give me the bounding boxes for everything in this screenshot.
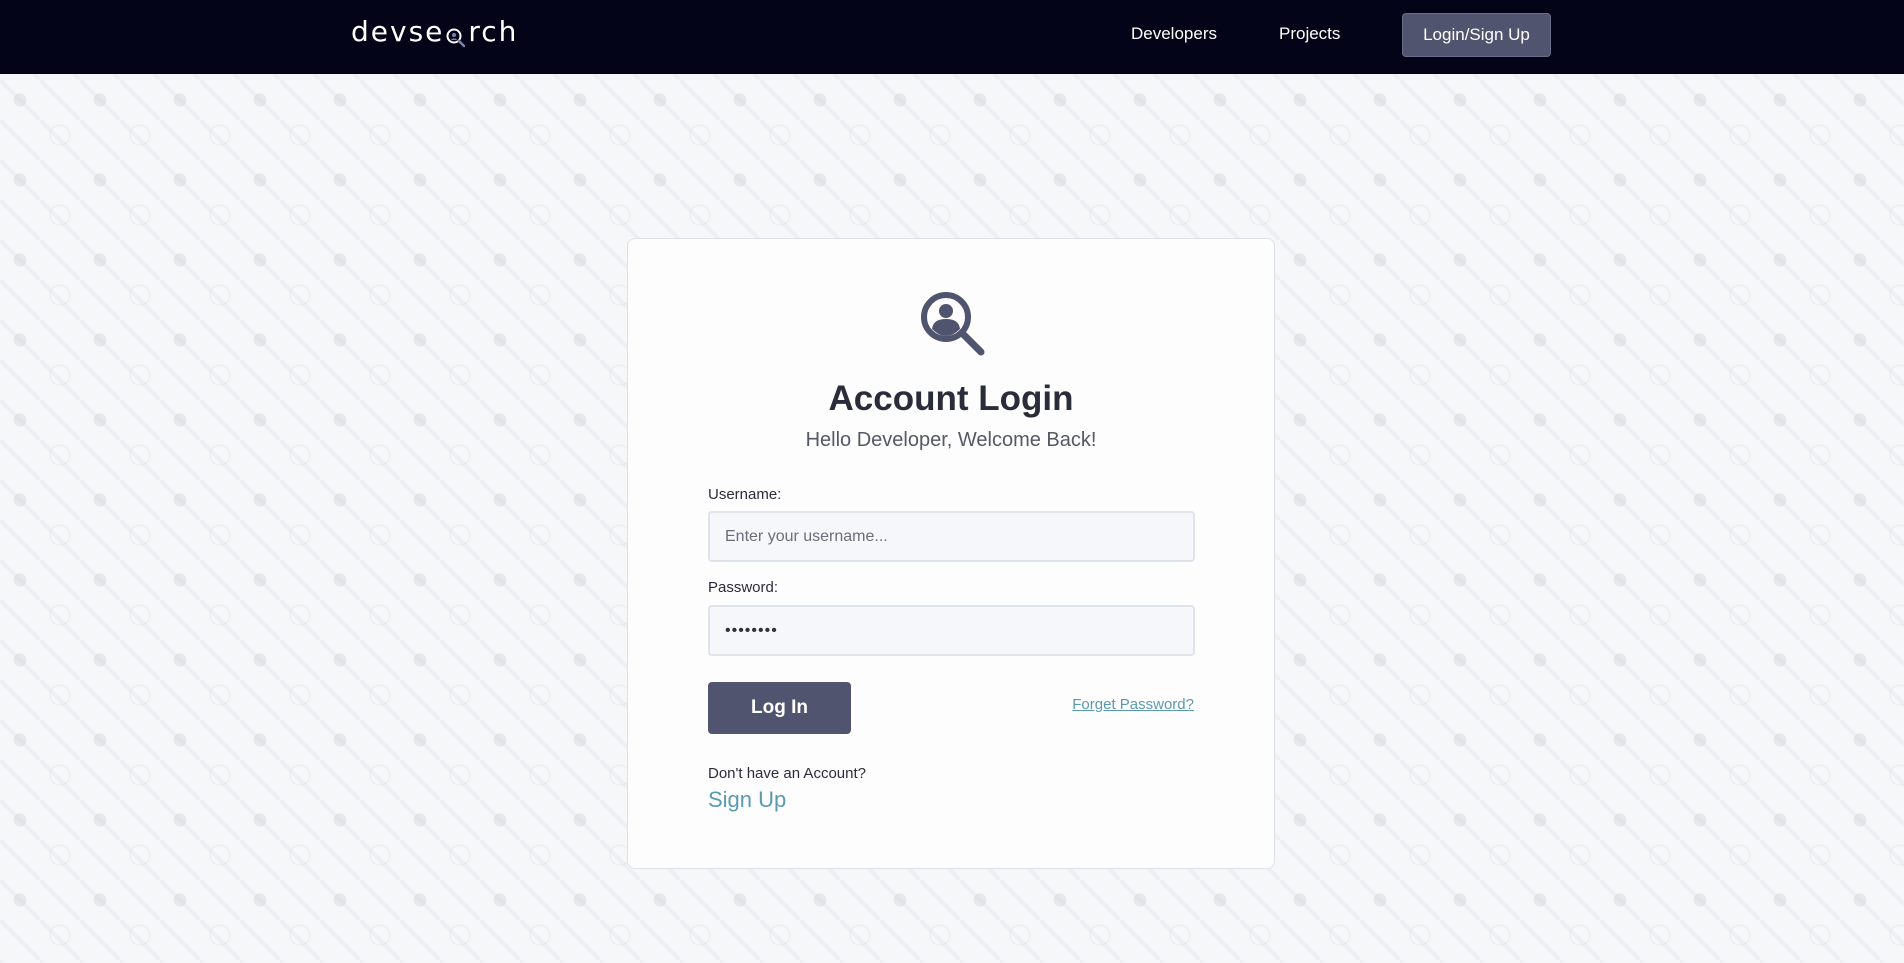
page-title: Account Login xyxy=(828,379,1074,418)
logo-text-suffix: rch xyxy=(468,14,519,48)
password-label: Password: xyxy=(708,579,779,596)
no-account-text: Don't have an Account? xyxy=(708,765,866,782)
login-card: Account Login Hello Developer, Welcome B… xyxy=(627,238,1275,869)
signup-link[interactable]: Sign Up xyxy=(708,787,786,813)
password-input[interactable] xyxy=(708,605,1195,656)
username-input[interactable] xyxy=(708,511,1195,562)
login-button[interactable]: Log In xyxy=(708,682,851,734)
magnifier-icon xyxy=(445,23,467,48)
nav-developers-link[interactable]: Developers xyxy=(1131,24,1217,44)
forgot-password-link[interactable]: Forget Password? xyxy=(1072,696,1194,713)
nav-login-signup-button[interactable]: Login/Sign Up xyxy=(1402,13,1551,57)
top-navbar: devse rch Developers Projects Login/Sign … xyxy=(0,0,1904,74)
site-logo[interactable]: devse rch xyxy=(351,14,518,48)
user-search-icon xyxy=(917,288,989,360)
nav-projects-link[interactable]: Projects xyxy=(1279,24,1340,44)
welcome-subtitle: Hello Developer, Welcome Back! xyxy=(805,429,1097,451)
logo-text-prefix: devse xyxy=(351,14,445,48)
username-label: Username: xyxy=(708,486,782,503)
